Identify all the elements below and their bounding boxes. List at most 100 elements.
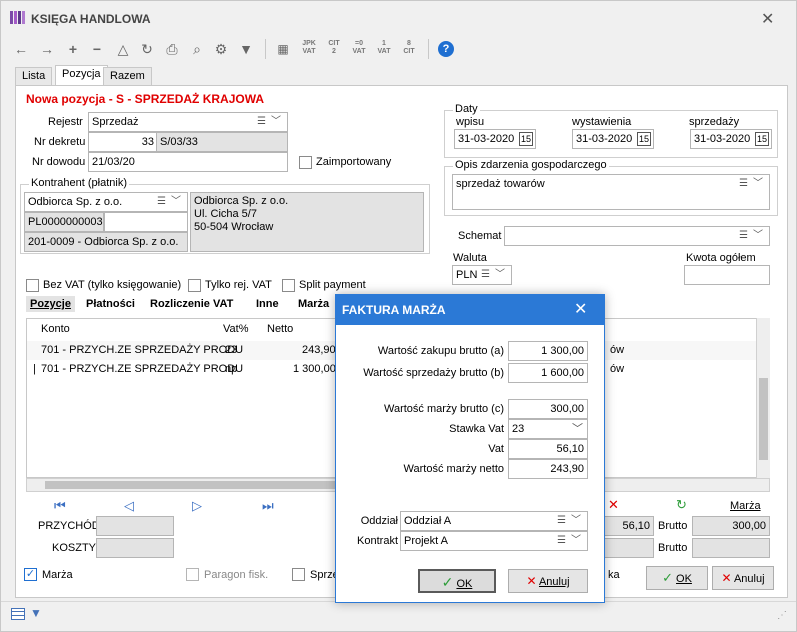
cell-vat: np [225, 363, 238, 375]
column-header[interactable]: Konto [41, 323, 70, 335]
wystawienia-date-value: 31-03-2020 [576, 133, 633, 145]
marza-checkbox-label: Marża [42, 569, 73, 581]
tab-razem[interactable]: Razem [103, 67, 152, 85]
subtab-inne[interactable]: Inne [252, 296, 283, 312]
sprzedazy-date-value: 31-03-2020 [694, 133, 751, 145]
refresh-icon[interactable]: ↻ [676, 497, 687, 513]
last-record-icon[interactable]: ⏭ [262, 498, 274, 514]
kwota-field[interactable] [684, 265, 770, 285]
kontrahent-extra-field[interactable] [104, 212, 188, 232]
forward-arrow-icon[interactable]: → [39, 41, 55, 57]
remove-icon[interactable]: − [89, 41, 105, 57]
cancel-button[interactable]: ✕ Anuluj [712, 566, 774, 590]
first-record-icon[interactable]: ⏮ [54, 498, 66, 514]
print-icon[interactable]: ⎙ [164, 41, 180, 57]
rejestr-label: Rejestr [48, 116, 83, 128]
column-header[interactable]: Netto [267, 323, 293, 335]
schemat-select[interactable]: ☰ ﹀ [504, 226, 770, 246]
ok-button[interactable]: ✓ OK [646, 566, 708, 590]
cell-netto: 243,90 [302, 344, 336, 356]
add-icon[interactable]: + [65, 41, 81, 57]
nr-dowodu-field[interactable]: 21/03/20 [88, 152, 288, 172]
kontrahent-select[interactable]: Odbiorca Sp. z o.o. ☰ ﹀ [24, 192, 188, 212]
tylko-rej-checkbox[interactable] [188, 279, 201, 292]
bez-vat-label: Bez VAT (tylko księgowanie) [43, 279, 182, 291]
gears-icon[interactable]: ⚙ [213, 41, 229, 57]
chevron-down-icon: ﹀ [171, 196, 181, 207]
chevron-down-icon: ﹀ [571, 535, 581, 546]
close-icon[interactable]: ✕ [761, 9, 774, 29]
cell-opis: ów [610, 363, 625, 375]
wystawienia-date-field[interactable]: 31-03-2020 15 [572, 129, 654, 149]
split-payment-checkbox[interactable] [282, 279, 295, 292]
bez-vat-checkbox[interactable] [26, 279, 39, 292]
grid-view-icon[interactable] [11, 608, 25, 620]
marza-checkbox[interactable]: ✓ [24, 568, 37, 581]
calendar-icon[interactable]: 15 [636, 132, 651, 146]
vat-field[interactable]: 56,10 [508, 439, 588, 459]
wpisu-label: wpisu [456, 116, 485, 128]
brutto-field: 300,00 [692, 516, 770, 536]
dialog-cancel-button[interactable]: ✕ Anuluj [508, 569, 588, 593]
page-title: Nowa pozycja - S - SPRZEDAŻ KRAJOWA [26, 92, 265, 106]
zakup-field[interactable]: 1 300,00 [508, 341, 588, 361]
next-record-icon[interactable]: ▷ [192, 498, 202, 514]
prev-record-icon[interactable]: ◁ [124, 498, 134, 514]
paragon-checkbox[interactable] [186, 568, 199, 581]
help-icon[interactable]: ? [438, 41, 454, 57]
row-indicator: | [33, 363, 36, 375]
dialog-body: Wartość zakupu brutto (a) 1 300,00 Warto… [336, 325, 604, 602]
calendar-icon[interactable]: 15 [518, 132, 533, 146]
scroll-thumb[interactable] [759, 378, 768, 460]
paragon-label: Paragon fisk. [204, 569, 269, 581]
stawka-select[interactable]: 23 ﹀ [508, 419, 588, 439]
vat-zero-icon[interactable]: =0 VAT [349, 40, 369, 56]
resize-grip-icon[interactable]: ⋰ [777, 610, 787, 621]
opis-field[interactable]: sprzedaż towarów ☰ ﹀ [452, 174, 770, 210]
dialog-close-icon[interactable]: ✕ [574, 295, 587, 325]
subtab-rozliczenie-vat[interactable]: Rozliczenie VAT [146, 296, 237, 312]
waluta-select[interactable]: PLN ☰ ﹀ [452, 265, 512, 285]
marza-brutto-field[interactable]: 300,00 [508, 399, 588, 419]
chevron-down-icon: ﹀ [753, 178, 763, 189]
tab-lista[interactable]: Lista [15, 67, 53, 85]
subtab-platnosci[interactable]: Płatności [82, 296, 139, 312]
barcode-icon[interactable]: ▦ [275, 41, 291, 57]
dialog-title: FAKTURA MARŻA [336, 295, 604, 325]
subtab-marza[interactable]: Marża [294, 296, 333, 312]
dialog-ok-button[interactable]: ✓ OK [418, 569, 496, 593]
toolbar-divider [265, 39, 266, 59]
calendar-icon[interactable]: 15 [754, 132, 769, 146]
subtab-pozycje[interactable]: Pozycje [26, 296, 75, 312]
kontrahent-address: Odbiorca Sp. z o.o. Ul. Cicha 5/7 50-504… [190, 192, 424, 252]
chevron-down-icon: ﹀ [753, 230, 763, 241]
back-arrow-icon[interactable]: ← [13, 41, 29, 57]
tab-pozycja[interactable]: Pozycja [55, 65, 108, 85]
refresh-icon[interactable]: ↻ [139, 41, 155, 57]
sprzedaz-brutto-field[interactable]: 1 600,00 [508, 363, 588, 383]
rejestr-select[interactable]: Sprzedaż ☰ ﹀ [88, 112, 288, 132]
filter-icon[interactable]: ▼ [238, 41, 254, 57]
zaimportowany-checkbox[interactable] [299, 156, 312, 169]
oddzial-label: Oddział [360, 515, 398, 527]
cit-icon[interactable]: 8 CIT [399, 40, 419, 56]
kontrakt-select[interactable]: Projekt A ☰ ﹀ [400, 531, 588, 551]
sprzedaz-checkbox[interactable] [292, 568, 305, 581]
brutto2-label: Brutto [658, 542, 688, 554]
vat-one-icon[interactable]: 1 VAT [374, 40, 394, 56]
nr-dekretu-number[interactable]: 33 [88, 132, 158, 152]
scroll-thumb[interactable] [45, 481, 355, 489]
warning-icon[interactable]: △ [115, 41, 131, 57]
filter-settings-icon[interactable]: ▼ [30, 606, 42, 620]
marza-netto-field[interactable]: 243,90 [508, 459, 588, 479]
oddzial-select[interactable]: Oddział A ☰ ﹀ [400, 511, 588, 531]
cit2-icon[interactable]: CIT 2 [324, 40, 344, 56]
search-icon[interactable]: ⌕ [189, 41, 205, 57]
sprzedazy-date-field[interactable]: 31-03-2020 15 [690, 129, 772, 149]
kontrahent-name: Odbiorca Sp. z o.o. [28, 196, 123, 208]
wpisu-date-field[interactable]: 31-03-2020 15 [454, 129, 536, 149]
delete-icon[interactable]: ✕ [608, 497, 619, 513]
vertical-scrollbar[interactable] [756, 318, 770, 478]
column-header[interactable]: Vat% [223, 323, 248, 335]
jpk-vat-icon[interactable]: JPK VAT [299, 40, 319, 56]
